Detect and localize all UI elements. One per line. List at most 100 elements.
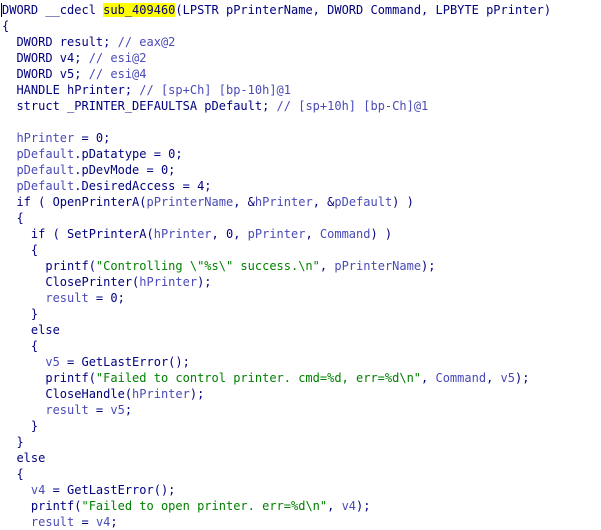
code-token: printf( xyxy=(2,259,96,273)
code-line[interactable]: result = 0; xyxy=(0,290,601,306)
code-line[interactable]: { xyxy=(0,466,601,482)
identifier-token[interactable]: v5 xyxy=(2,355,59,369)
code-token: struct _PRINTER_DEFAULTSA pDefault; xyxy=(2,99,277,113)
code-token: = GetLastError(); xyxy=(59,355,190,369)
code-line[interactable]: } xyxy=(0,434,601,450)
code-line[interactable]: if ( OpenPrinterA(pPrinterName, &hPrinte… xyxy=(0,194,601,210)
identifier-token[interactable]: result xyxy=(2,515,74,529)
code-line[interactable]: printf("Controlling \"%s\" success.\n", … xyxy=(0,258,601,274)
code-line[interactable]: { xyxy=(0,242,601,258)
comment-token: // [sp+Ch] [bp-10h]@1 xyxy=(139,83,291,97)
code-token: ) ) xyxy=(370,227,393,241)
code-line[interactable]: CloseHandle(hPrinter); xyxy=(0,386,601,402)
identifier-token[interactable]: Command xyxy=(435,371,486,385)
code-line[interactable]: pDefault.pDevMode = 0; xyxy=(0,162,601,178)
code-token: ); xyxy=(421,259,436,273)
identifier-token[interactable]: v4 xyxy=(2,483,45,497)
code-line[interactable]: DWORD __cdecl sub_409460(LPSTR pPrinterN… xyxy=(0,2,601,18)
code-line[interactable]: v4 = GetLastError(); xyxy=(0,482,601,498)
code-token: printf( xyxy=(2,499,82,513)
code-token: { xyxy=(2,19,10,33)
code-token: { xyxy=(2,211,24,225)
code-line[interactable]: DWORD v5; // esi@4 xyxy=(0,66,601,82)
identifier-token[interactable]: hPrinter xyxy=(139,275,197,289)
code-line[interactable]: struct _PRINTER_DEFAULTSA pDefault; // [… xyxy=(0,98,601,114)
code-line[interactable]: result = v4; xyxy=(0,514,601,530)
code-line[interactable]: else xyxy=(0,322,601,338)
code-line[interactable]: HANDLE hPrinter; // [sp+Ch] [bp-10h]@1 xyxy=(0,82,601,98)
code-line[interactable]: if ( SetPrinterA(hPrinter, 0, pPrinter, … xyxy=(0,226,601,242)
identifier-token[interactable]: hPrinter xyxy=(132,387,190,401)
identifier-token[interactable]: hPrinter xyxy=(255,195,313,209)
identifier-token[interactable]: result xyxy=(2,291,88,305)
code-token: ; xyxy=(110,515,118,529)
code-line[interactable]: { xyxy=(0,338,601,354)
code-token: ; xyxy=(124,403,133,417)
comment-token: // [sp+10h] [bp-Ch]@1 xyxy=(276,99,429,113)
identifier-token[interactable]: pDefault xyxy=(2,179,74,193)
identifier-token[interactable]: result xyxy=(2,403,88,417)
text-cursor xyxy=(1,3,2,17)
identifier-token[interactable]: hPrinter xyxy=(2,131,74,145)
code-line[interactable]: } xyxy=(0,306,601,322)
identifier-token[interactable]: pPrinterName xyxy=(334,259,421,273)
code-token: ) ) xyxy=(392,195,414,209)
function-name-highlighted[interactable]: sub_409460 xyxy=(103,3,176,17)
code-token: printf( xyxy=(2,371,96,385)
code-token: DWORD result; xyxy=(2,35,118,49)
code-token: if ( SetPrinterA( xyxy=(2,227,154,241)
identifier-token[interactable]: Command xyxy=(320,227,371,241)
code-line[interactable]: v5 = GetLastError(); xyxy=(0,354,601,370)
code-line[interactable]: result = v5; xyxy=(0,402,601,418)
identifier-token[interactable]: v4 xyxy=(342,499,356,513)
code-line[interactable]: else xyxy=(0,450,601,466)
code-line[interactable] xyxy=(0,114,601,130)
comment-token: // eax@2 xyxy=(117,35,176,49)
code-line[interactable]: printf("Failed to control printer. cmd=%… xyxy=(0,370,601,386)
code-token: .pDatatype = 0; xyxy=(74,147,183,161)
code-line[interactable]: hPrinter = 0; xyxy=(0,130,601,146)
code-token: , & xyxy=(312,195,335,209)
code-line[interactable]: } xyxy=(0,418,601,434)
code-token: else xyxy=(2,323,60,337)
identifier-token[interactable]: pDefault xyxy=(2,147,74,161)
identifier-token[interactable]: v5 xyxy=(501,371,515,385)
identifier-token[interactable]: hPrinter xyxy=(154,227,212,241)
string-literal: "Failed to open printer. err=%d\n" xyxy=(81,499,328,513)
code-token: DWORD v5; xyxy=(2,67,89,81)
code-line[interactable]: ClosePrinter(hPrinter); xyxy=(0,274,601,290)
code-line[interactable]: { xyxy=(0,210,601,226)
code-token: ClosePrinter( xyxy=(2,275,140,289)
identifier-token[interactable]: pPrinter xyxy=(248,227,306,241)
code-token: .DesiredAccess = 4; xyxy=(74,179,212,193)
code-token: } xyxy=(2,435,24,449)
string-literal: "Controlling \"%s\" success.\n" xyxy=(95,259,320,273)
code-token: { xyxy=(2,339,39,353)
code-line[interactable]: DWORD result; // eax@2 xyxy=(0,34,601,50)
code-token: , xyxy=(421,371,436,385)
code-token: else xyxy=(2,451,46,465)
code-token: , 0, xyxy=(211,227,248,241)
identifier-token[interactable]: v4 xyxy=(96,515,110,529)
code-token: ); xyxy=(189,387,205,401)
identifier-token[interactable]: v5 xyxy=(110,403,124,417)
code-token: , xyxy=(319,259,335,273)
code-token: ); xyxy=(197,275,212,289)
code-line[interactable]: DWORD v4; // esi@2 xyxy=(0,50,601,66)
code-line[interactable]: pDefault.pDatatype = 0; xyxy=(0,146,601,162)
identifier-token[interactable]: pDefault xyxy=(2,163,74,177)
code-line[interactable]: { xyxy=(0,18,601,34)
code-line[interactable]: pDefault.DesiredAccess = 4; xyxy=(0,178,601,194)
code-token: , & xyxy=(233,195,255,209)
pseudocode-view[interactable]: DWORD __cdecl sub_409460(LPSTR pPrinterN… xyxy=(0,0,601,530)
identifier-token[interactable]: pPrinterName xyxy=(147,195,234,209)
code-token: = xyxy=(88,403,111,417)
identifier-token[interactable]: pDefault xyxy=(334,195,392,209)
code-line[interactable]: printf("Failed to open printer. err=%d\n… xyxy=(0,498,601,514)
code-token: { xyxy=(2,243,39,257)
code-token: HANDLE hPrinter; xyxy=(2,83,140,97)
code-token: (LPSTR pPrinterName, DWORD Command, LPBY… xyxy=(175,3,552,17)
code-token: , xyxy=(327,499,342,513)
code-token: DWORD __cdecl xyxy=(2,3,104,17)
code-token: } xyxy=(2,419,39,433)
